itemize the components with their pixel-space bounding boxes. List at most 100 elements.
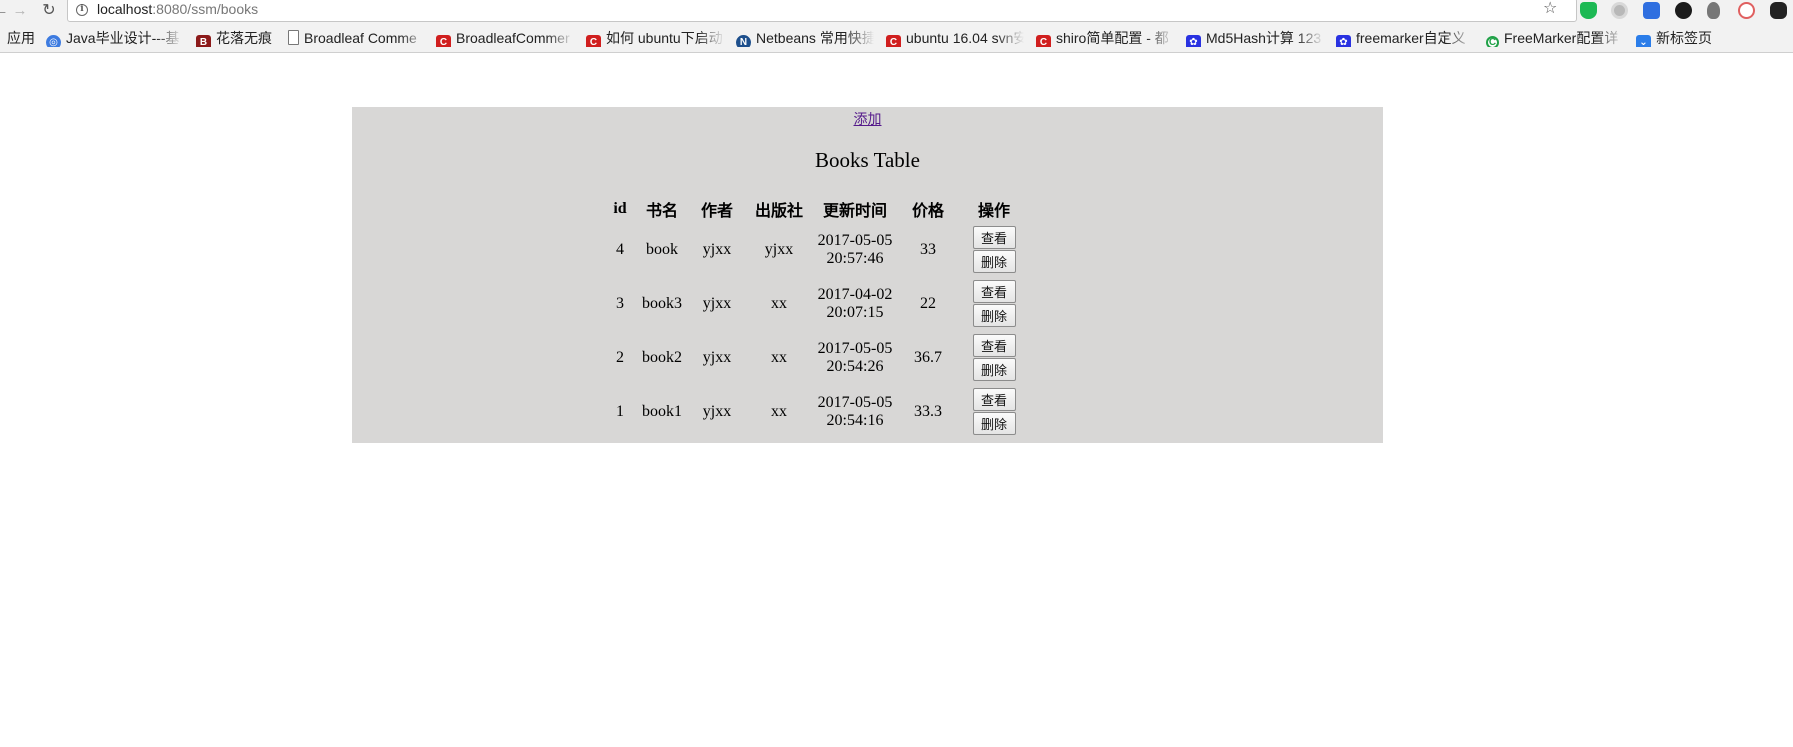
- reload-icon[interactable]: ↻: [40, 2, 58, 20]
- baidu-icon: ✿: [1186, 35, 1201, 47]
- cell-name: book2: [642, 349, 682, 366]
- cell-ops: 查看 删除: [958, 332, 1030, 384]
- page-icon: [288, 30, 299, 45]
- bookmark-item[interactable]: ✿ freemarker自定义: [1336, 29, 1474, 47]
- cell-time: 20:57:46: [826, 250, 884, 267]
- bookmark-item[interactable]: C FreeMarker配置详: [1486, 29, 1624, 47]
- cell-publisher: xx: [771, 295, 787, 312]
- back-arrow-icon[interactable]: ←: [0, 2, 10, 20]
- c-green-icon: C: [1486, 36, 1499, 47]
- bookmark-item[interactable]: C 如何 ubuntu下启动: [586, 29, 725, 47]
- header-author: 作者: [700, 203, 733, 220]
- info-icon[interactable]: i: [76, 4, 88, 16]
- bookmark-item[interactable]: B 花落无痕: [196, 29, 286, 47]
- cell-updated: 2017-04-02 20:07:15: [812, 278, 898, 330]
- header-ops: 操作: [977, 203, 1010, 220]
- dark-circle-extension-icon[interactable]: [1675, 2, 1692, 19]
- books-panel: 添加 Books Table id 书名 作者 出版社 更新时间 价格 操作 4…: [352, 107, 1383, 443]
- cell-updated: 2017-05-05 20:54:26: [812, 332, 898, 384]
- b-logo-icon: B: [196, 35, 211, 47]
- bookmark-item[interactable]: ⌄ 新标签页: [1636, 29, 1736, 47]
- cell-time: 20:07:15: [826, 304, 884, 321]
- cell-time: 20:54:26: [826, 358, 884, 375]
- cell-name: book: [646, 241, 678, 258]
- delete-button[interactable]: 删除: [972, 304, 1016, 327]
- cell-date: 2017-05-05: [817, 340, 893, 357]
- cell-date: 2017-05-05: [817, 394, 893, 411]
- bookmark-item[interactable]: ◎ Java毕业设计---基: [46, 29, 183, 47]
- url-path: :8080/ssm/books: [152, 1, 259, 17]
- csdn-icon: C: [436, 35, 451, 47]
- mask-extension-icon[interactable]: [1770, 2, 1787, 19]
- header-id: id: [613, 200, 627, 217]
- browser-toolbar: ← → ↻ i localhost:8080/ssm/books ☆: [0, 0, 1793, 23]
- cell-id: 1: [616, 403, 624, 420]
- table-header-row: id 书名 作者 出版社 更新时间 价格 操作: [604, 196, 1030, 222]
- cell-publisher: yjxx: [764, 241, 794, 258]
- table-caption: Books Table: [815, 148, 920, 172]
- cell-ops: 查看 删除: [958, 278, 1030, 330]
- url-host: localhost: [97, 1, 153, 17]
- table-row: 1 book1 yjxx xx 2017-05-05 20:54:16 33.3 …: [604, 386, 1030, 438]
- header-updated: 更新时间: [822, 203, 887, 220]
- view-button[interactable]: 查看: [972, 226, 1016, 249]
- books-table: id 书名 作者 出版社 更新时间 价格 操作 4 book yjxx yjxx…: [602, 194, 1032, 440]
- new-tab-icon: ⌄: [1636, 35, 1651, 47]
- cell-id: 2: [616, 349, 624, 366]
- table-row: 3 book3 yjxx xx 2017-04-02 20:07:15 22 查看…: [604, 278, 1030, 330]
- bookmark-item[interactable]: Cshiro简单配置 - 都: [1036, 29, 1174, 47]
- csdn-icon: C: [586, 35, 601, 47]
- cell-ops: 查看 删除: [958, 386, 1030, 438]
- cell-date: 2017-04-02: [817, 286, 893, 303]
- bookmark-item[interactable]: ✿ Md5Hash计算 123: [1186, 29, 1324, 47]
- cell-name: book3: [642, 295, 682, 312]
- cell-author: yjxx: [702, 349, 732, 366]
- header-name: 书名: [645, 203, 678, 220]
- cell-updated: 2017-05-05 20:57:46: [812, 224, 898, 276]
- cell-updated: 2017-05-05 20:54:16: [812, 386, 898, 438]
- cell-id: 3: [616, 295, 624, 312]
- cell-price: 22: [920, 295, 936, 312]
- cell-date: 2017-05-05: [817, 232, 893, 249]
- delete-button[interactable]: 删除: [972, 412, 1016, 435]
- table-row: 2 book2 yjxx xx 2017-05-05 20:54:26 36.7 …: [604, 332, 1030, 384]
- bookmark-star-icon[interactable]: ☆: [1543, 0, 1557, 18]
- cell-price: 33.3: [914, 403, 942, 420]
- circle-extension-icon[interactable]: [1611, 2, 1628, 19]
- cell-author: yjxx: [702, 295, 732, 312]
- bulb-extension-icon[interactable]: [1707, 2, 1720, 19]
- view-button[interactable]: 查看: [972, 334, 1016, 357]
- forward-arrow-icon[interactable]: →: [11, 2, 29, 20]
- csdn-icon: C: [886, 35, 901, 47]
- bookmark-item[interactable]: Cubuntu 16.04 svn安: [886, 29, 1024, 47]
- cell-name: book1: [642, 403, 682, 420]
- bookmark-item[interactable]: C BroadleafCommer: [436, 29, 574, 47]
- download-extension-icon[interactable]: [1643, 2, 1660, 19]
- apps-shortcut[interactable]: 应用: [7, 29, 35, 47]
- globe-icon: ◎: [46, 35, 61, 47]
- cell-price: 36.7: [914, 349, 942, 366]
- play-extension-icon[interactable]: [1738, 2, 1755, 19]
- csdn-icon: C: [1036, 35, 1051, 47]
- table-row: 4 book yjxx yjxx 2017-05-05 20:57:46 33 查…: [604, 224, 1030, 276]
- delete-button[interactable]: 删除: [972, 250, 1016, 273]
- cell-time: 20:54:16: [826, 412, 884, 429]
- cell-id: 4: [616, 241, 624, 258]
- shield-extension-icon[interactable]: [1580, 2, 1597, 19]
- address-bar[interactable]: i localhost:8080/ssm/books ☆: [67, 0, 1577, 22]
- cell-author: yjxx: [702, 241, 732, 258]
- bookmark-item[interactable]: Broadleaf Comme: [288, 29, 428, 47]
- view-button[interactable]: 查看: [972, 280, 1016, 303]
- delete-button[interactable]: 删除: [972, 358, 1016, 381]
- header-price: 价格: [911, 203, 944, 220]
- view-button[interactable]: 查看: [972, 388, 1016, 411]
- cell-publisher: xx: [771, 349, 787, 366]
- baidu-icon: ✿: [1336, 35, 1351, 47]
- cell-author: yjxx: [702, 403, 732, 420]
- cell-publisher: xx: [771, 403, 787, 420]
- cell-price: 33: [920, 241, 936, 258]
- bookmark-item[interactable]: N Netbeans 常用快捷: [736, 29, 874, 47]
- add-link-row: 添加: [352, 113, 1383, 129]
- add-book-link[interactable]: 添加: [854, 113, 882, 128]
- url-text[interactable]: localhost:8080/ssm/books: [97, 1, 258, 17]
